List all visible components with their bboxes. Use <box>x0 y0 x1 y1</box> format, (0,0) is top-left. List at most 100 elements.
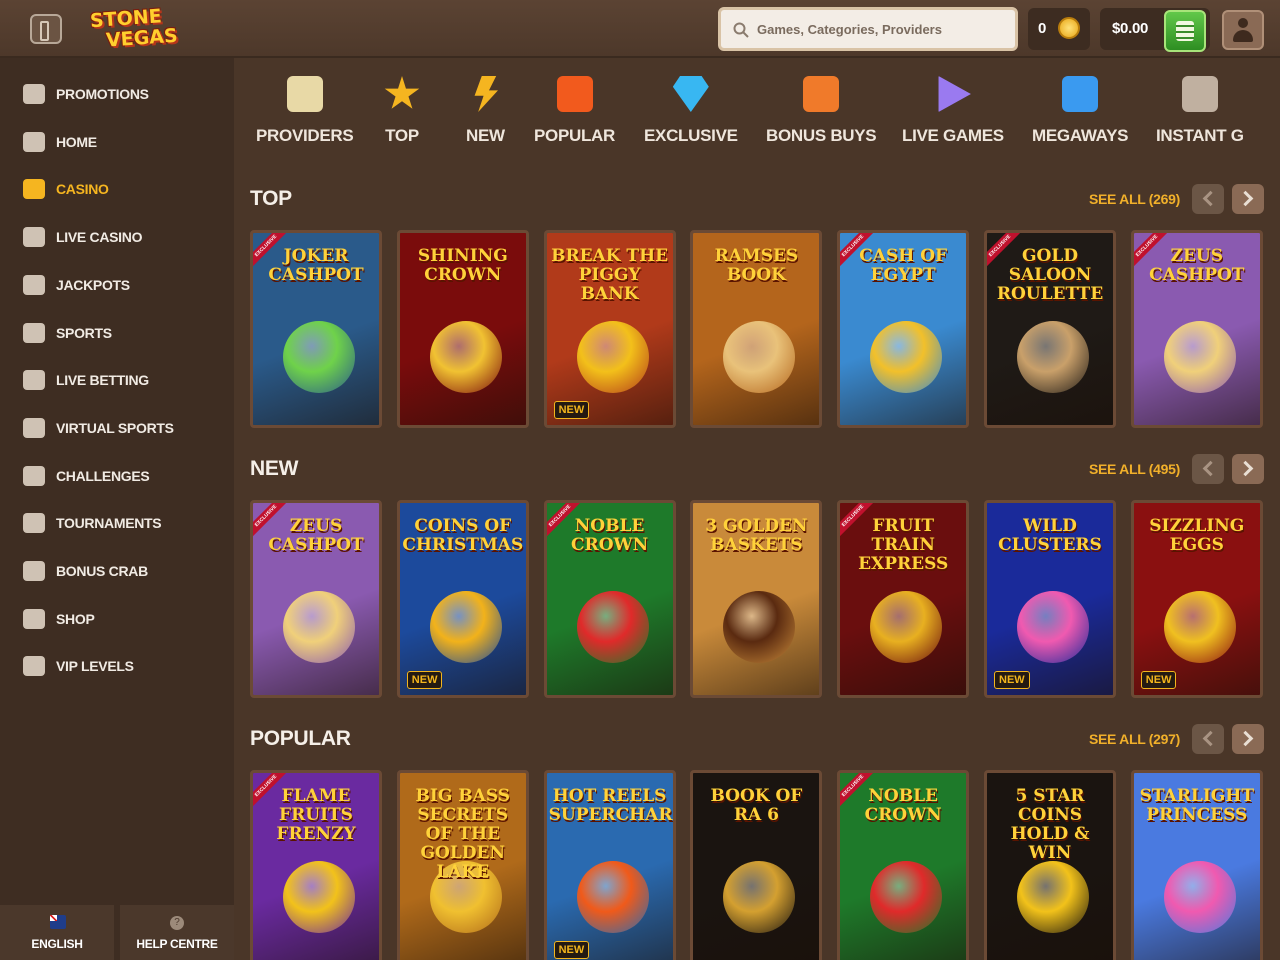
game-card[interactable]: SIZZLING EGGS NEW <box>1130 500 1263 698</box>
sidebar-item-tournaments[interactable]: TOURNAMENTS <box>0 503 234 543</box>
game-card[interactable]: ZEUS CASHPOT EXCLUSIVE <box>1130 230 1263 428</box>
category-popular[interactable]: POPULAR <box>534 72 615 162</box>
carousel-prev-button[interactable] <box>1192 724 1224 754</box>
game-art-figure <box>283 591 355 663</box>
sidebar-item-label: CASINO <box>56 181 109 198</box>
fire-icon <box>556 76 593 112</box>
live-betting-icon <box>23 370 45 391</box>
game-art-figure <box>723 861 796 933</box>
game-card[interactable]: COINS of Christmas NEW <box>396 500 529 698</box>
sidebar-item-sports[interactable]: SPORTS <box>0 313 234 353</box>
category-label: POPULAR <box>534 126 616 145</box>
carousel-prev-button[interactable] <box>1192 454 1224 484</box>
account-button[interactable] <box>1222 10 1264 50</box>
carousel-next-button[interactable] <box>1232 724 1264 754</box>
game-card[interactable]: ZEUS CASHPOT EXCLUSIVE <box>250 500 382 698</box>
cashier-wallet-button[interactable] <box>1164 10 1206 52</box>
game-title: BREAK the PIGGY BANK <box>551 246 669 304</box>
diamond-icon <box>672 76 709 112</box>
sidebar-item-promotions[interactable]: PROMOTIONS <box>0 74 234 114</box>
football-icon <box>23 322 45 343</box>
search-box[interactable] <box>718 7 1018 51</box>
game-card[interactable]: SHINING CROWN <box>396 230 529 428</box>
sidebar-item-challenges[interactable]: CHALLENGES <box>0 456 234 496</box>
category-live-games[interactable]: LIVE GAMES <box>902 72 1004 162</box>
game-card[interactable]: HOT REELS SUPERCHARGED NEW <box>543 770 676 960</box>
category-exclusive[interactable]: EXCLUSIVE <box>644 72 738 162</box>
coins-display[interactable]: 0 <box>1028 8 1090 50</box>
see-all-link[interactable]: SEE ALL (297) <box>1089 731 1180 747</box>
game-title: 3 GOLDEN BASKETS <box>705 516 808 555</box>
category-new[interactable]: NEW <box>466 72 505 162</box>
game-card[interactable]: BOOK OF RA 6 <box>690 770 823 960</box>
coins-value: 0 <box>1038 20 1047 37</box>
game-art-figure <box>576 591 649 663</box>
slot-machine-icon <box>23 179 45 200</box>
new-badge: NEW <box>553 941 590 959</box>
game-card[interactable]: 5 STAR COINS HOLD & WIN <box>984 770 1116 960</box>
game-art-figure <box>429 591 502 663</box>
game-card[interactable]: Flame Fruits FRENZY EXCLUSIVE <box>250 770 382 960</box>
game-title: BIG BASS Secrets of The Golden Lake <box>415 786 511 882</box>
game-title: ZEUS CASHPOT <box>268 516 364 555</box>
category-instant-g[interactable]: INSTANT G <box>1156 72 1244 162</box>
help-icon: ? <box>170 916 184 930</box>
game-card[interactable]: NOBLE CROWN EXCLUSIVE <box>543 500 676 698</box>
carousel-prev-button[interactable] <box>1192 184 1224 214</box>
game-title: SIZZLING EGGS <box>1149 516 1245 555</box>
game-title: COINS of Christmas <box>402 516 524 555</box>
see-all-link[interactable]: SEE ALL (495) <box>1089 461 1180 477</box>
sidebar-item-bonus-crab[interactable]: BONUS CRAB <box>0 551 234 591</box>
new-badge: NEW <box>553 401 590 419</box>
australia-flag-icon <box>50 915 66 929</box>
chip-icon <box>23 227 45 248</box>
game-title: RAMSES BOOK <box>714 246 799 285</box>
help-centre-button[interactable]: ? HELP CENTRE <box>120 905 234 960</box>
section-title-new: NEW <box>250 457 299 480</box>
game-title: JOKER CASHPOT <box>268 246 364 285</box>
game-card[interactable]: 3 GOLDEN BASKETS <box>690 500 823 698</box>
game-art-figure <box>576 861 649 933</box>
game-card[interactable]: FRUIT TRAIN EXPRESS EXCLUSIVE <box>837 500 970 698</box>
site-logo[interactable]: STONE VEGAS <box>89 5 182 52</box>
category-providers[interactable]: PROVIDERS <box>256 72 354 162</box>
search-input[interactable] <box>757 10 1012 48</box>
sidebar-item-casino[interactable]: CASINO <box>0 169 234 209</box>
game-card[interactable]: RAMSES BOOK <box>690 230 823 428</box>
joystick-icon <box>1181 76 1218 112</box>
sidebar-item-live-casino[interactable]: LIVE CASINO <box>0 217 234 257</box>
game-art-figure <box>723 591 796 663</box>
category-bonus-buys[interactable]: BONUS BUYS <box>766 72 877 162</box>
sidebar-item-shop[interactable]: SHOP <box>0 599 234 639</box>
game-card[interactable]: BIG BASS Secrets of The Golden Lake <box>396 770 529 960</box>
game-art-figure <box>870 591 943 663</box>
sidebar-item-home[interactable]: HOME <box>0 122 234 162</box>
crab-icon <box>23 561 45 581</box>
see-all-link[interactable]: SEE ALL (269) <box>1089 191 1180 207</box>
game-card[interactable]: CASH of EGYPT EXCLUSIVE <box>837 230 970 428</box>
game-art-figure <box>1163 861 1236 933</box>
language-selector[interactable]: ENGLISH <box>0 905 114 960</box>
game-title: CASH of EGYPT <box>859 246 948 285</box>
game-card[interactable]: NOBLE CROWN EXCLUSIVE <box>837 770 970 960</box>
game-title: NOBLE CROWN <box>571 516 649 555</box>
game-card[interactable]: BREAK the PIGGY BANK NEW <box>543 230 676 428</box>
category-megaways[interactable]: MEGAWAYS <box>1032 72 1128 162</box>
home-icon <box>23 131 45 152</box>
carousel-next-button[interactable] <box>1232 454 1264 484</box>
sidebar-toggle-button[interactable] <box>30 14 62 44</box>
game-card[interactable]: GOLD SALOON ROULETTE EXCLUSIVE <box>984 230 1116 428</box>
game-art-figure <box>429 321 502 393</box>
game-card[interactable]: WILD CLUSTERS NEW <box>984 500 1116 698</box>
sidebar-item-jackpots[interactable]: JACKPOTS <box>0 265 234 305</box>
carousel-next-button[interactable] <box>1232 184 1264 214</box>
game-card[interactable]: JOKER CASHPOT EXCLUSIVE <box>250 230 382 428</box>
sidebar-item-virtual-sports[interactable]: VIRTUAL SPORTS <box>0 408 234 448</box>
trophy-icon <box>23 513 45 534</box>
game-card[interactable]: Starlight Princess <box>1130 770 1263 960</box>
sidebar-item-vip-levels[interactable]: VIP LEVELS <box>0 646 234 686</box>
category-top[interactable]: TOP <box>384 72 420 162</box>
game-title: NOBLE CROWN <box>864 786 942 825</box>
sidebar-item-live-betting[interactable]: LIVE BETTING <box>0 360 234 400</box>
game-title: Flame Fruits FRENZY <box>276 786 356 844</box>
